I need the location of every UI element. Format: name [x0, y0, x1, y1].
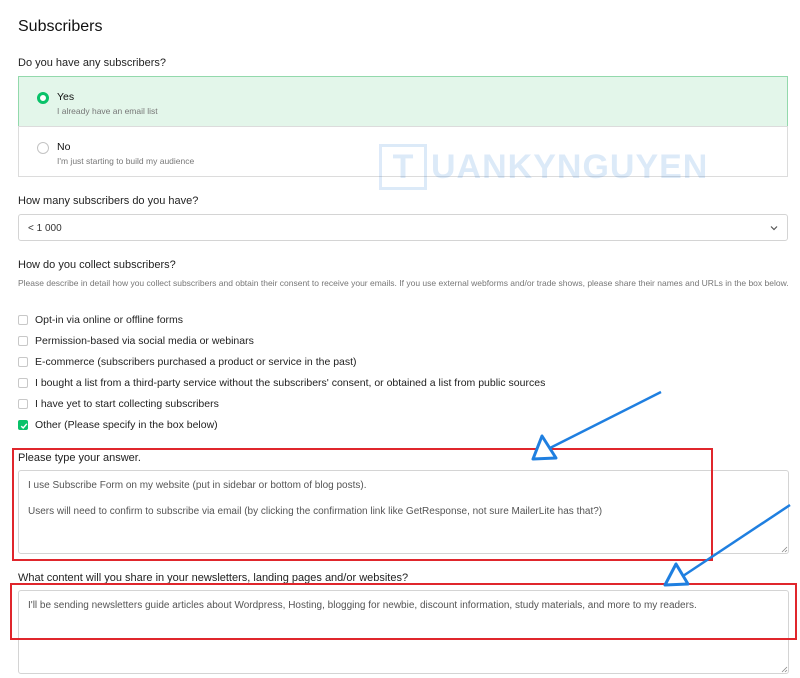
annotation-arrow-content [663, 503, 791, 587]
annotation-arrow-answer [531, 390, 662, 461]
annotation-arrows [531, 390, 791, 587]
